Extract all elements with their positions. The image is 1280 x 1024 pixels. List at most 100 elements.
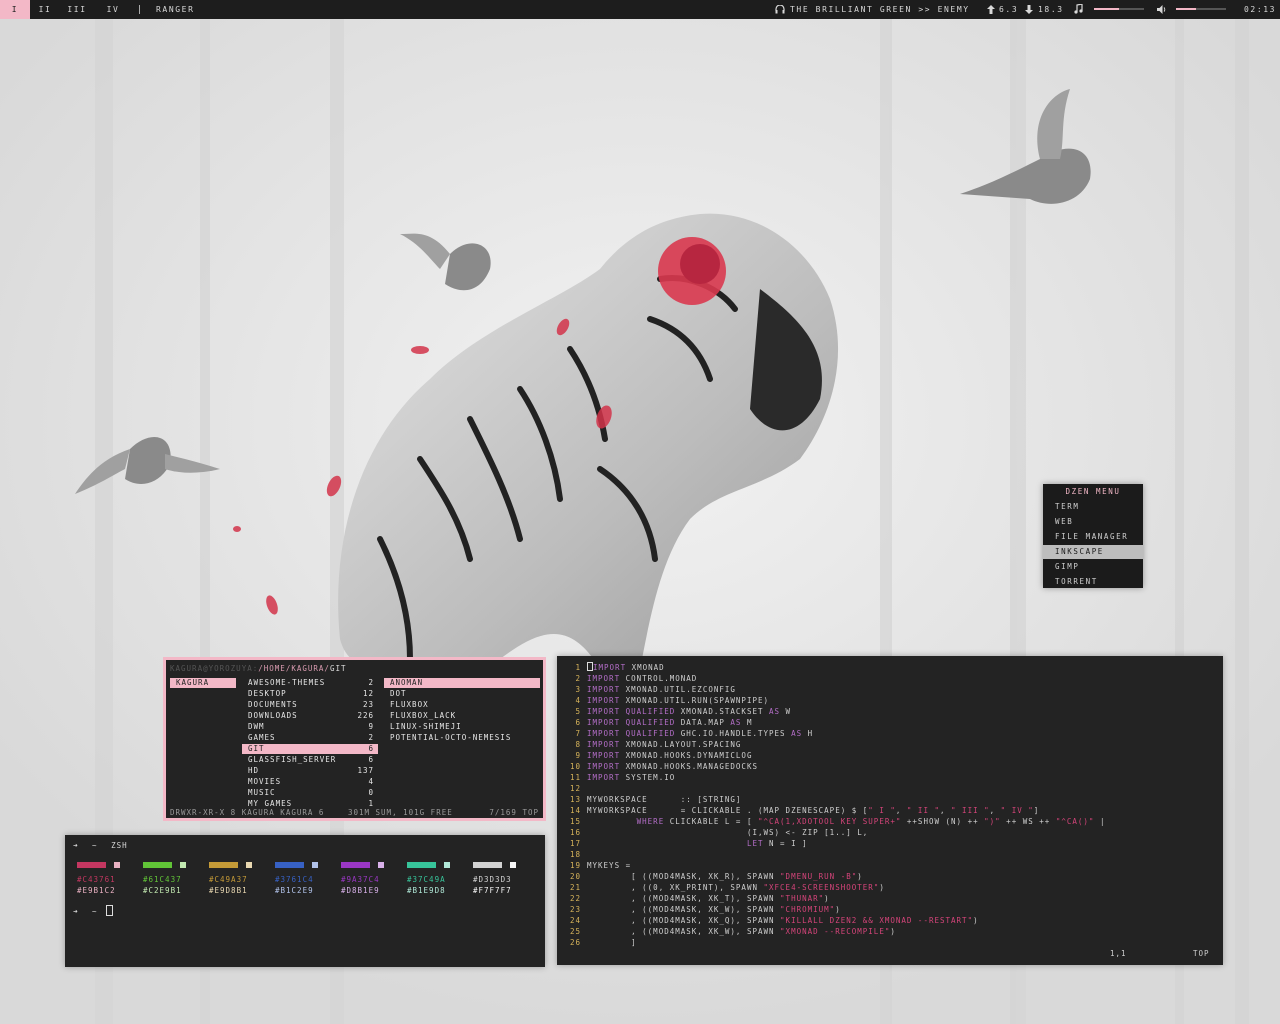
swatch-normal	[143, 862, 172, 868]
menu-item-file-manager[interactable]: FILE MANAGER	[1043, 530, 1143, 544]
hex-bright: #B1C2E9	[275, 886, 314, 895]
code-token: )	[824, 894, 830, 903]
hex-normal: #D3D3D3	[473, 875, 512, 884]
string-token: " II "	[906, 806, 940, 815]
code-line: 25 , ((MOD4MASK, XK_W), SPAWN "XMONAD --…	[557, 926, 896, 937]
music-volume-slider[interactable]	[1094, 8, 1144, 10]
swatch-bright	[444, 862, 450, 868]
code-line: 10 IMPORT XMONAD.HOOKS.MANAGEDOCKS	[557, 761, 758, 772]
directory-count: 6	[368, 744, 374, 753]
line-number: 14	[569, 806, 581, 815]
directory-item[interactable]: MUSIC 0	[242, 788, 378, 798]
keyword-token: IMPORT	[587, 762, 621, 771]
preview-item[interactable]: LINUX-SHIMEJI	[384, 722, 540, 732]
preview-item[interactable]: ANOMAN	[384, 678, 540, 688]
directory-item[interactable]: HD 137	[242, 766, 378, 776]
code-line: 5 IMPORT QUALIFIED XMONAD.STACKSET AS W	[557, 706, 791, 717]
directory-item[interactable]: MOVIES 4	[242, 777, 378, 787]
string-token: " IV "	[1000, 806, 1034, 815]
directory-item[interactable]: DOCUMENTS 23	[242, 700, 378, 710]
workspace-tab-1[interactable]: I	[0, 0, 30, 19]
preview-item[interactable]: FLUXBOX	[384, 700, 540, 710]
directory-name: MUSIC	[248, 788, 276, 797]
directory-item[interactable]: DWM 9	[242, 722, 378, 732]
code-token: ,	[940, 806, 952, 815]
code-line: 22 , ((MOD4MASK, XK_T), SPAWN "THUNAR")	[557, 893, 830, 904]
keyword-token: IMPORT	[587, 674, 621, 683]
line-number: 8	[575, 740, 581, 749]
workspace-tab-3[interactable]: III	[62, 0, 92, 19]
prompt-command: ZSH	[111, 841, 128, 850]
directory-item[interactable]: AWESOME-THEMES 2	[242, 678, 378, 688]
swatch-normal	[209, 862, 238, 868]
keyword-token: IMPORT	[587, 696, 621, 705]
net-up-speed: 6.3	[999, 5, 1019, 14]
clock: 02:13	[1244, 5, 1277, 14]
speaker-icon	[1157, 5, 1166, 14]
music-note-icon	[1074, 4, 1083, 14]
code-token: (I,WS) <- ZIP [1..] L,	[587, 828, 869, 837]
vim-editor[interactable]: 1 IMPORT XMONAD 2 IMPORT CONTROL.MONAD 3 IMPO…	[557, 656, 1223, 965]
terminal-cursor	[106, 905, 113, 916]
swatch-normal	[275, 862, 304, 868]
line-number: 6	[575, 718, 581, 727]
string-token: ")"	[984, 817, 1001, 826]
code-token: )	[890, 927, 896, 936]
code-token: , ((MOD4MASK, XK_W), SPAWN	[587, 905, 781, 914]
code-token: ]	[1033, 806, 1040, 815]
line-number: 23	[569, 905, 581, 914]
directory-count: 2	[368, 678, 374, 687]
code-token: MYKEYS =	[587, 861, 632, 870]
menu-item-inkscape[interactable]: INKSCAPE	[1043, 545, 1143, 559]
keyword-token: IMPORT QUALIFIED	[587, 729, 676, 738]
code-line: 23 , ((MOD4MASK, XK_W), SPAWN "CHROMIUM"…	[557, 904, 841, 915]
workspace-tab-4[interactable]: IV	[98, 0, 128, 19]
preview-item[interactable]: DOT	[384, 689, 540, 699]
hex-normal: #61C437	[143, 875, 182, 884]
code-token: XMONAD.HOOKS.MANAGEDOCKS	[620, 762, 758, 771]
directory-item[interactable]: DOWNLOADS 226	[242, 711, 378, 721]
hex-bright: #E9D8B1	[209, 886, 248, 895]
code-line: 20 [ ((MOD4MASK, XK_R), SPAWN "DMENU_RUN…	[557, 871, 863, 882]
parent-dir-item[interactable]: KAGURA	[170, 678, 236, 688]
directory-item[interactable]: GAMES 2	[242, 733, 378, 743]
preview-item[interactable]: POTENTIAL-OCTO-NEMESIS	[384, 733, 540, 743]
keyword-token: IMPORT QUALIFIED	[587, 707, 676, 716]
system-volume-slider[interactable]	[1176, 8, 1226, 10]
code-token: DATA.MAP	[675, 718, 731, 727]
code-token: ++SHOW (N) ++	[901, 817, 985, 826]
hex-bright: #B1E9D8	[407, 886, 446, 895]
hex-normal: #3761C4	[275, 875, 314, 884]
menu-item-term[interactable]: TERM	[1043, 500, 1143, 514]
directory-item[interactable]: DESKTOP 12	[242, 689, 378, 699]
keyword-token: AS	[769, 707, 781, 716]
code-token: MYWORKSPACE = CLICKABLE . (MAP DZENESCAP…	[587, 806, 869, 815]
string-token: "CHROMIUM"	[780, 905, 836, 914]
directory-item[interactable]: GIT 6	[242, 744, 378, 754]
code-line: 8 IMPORT XMONAD.LAYOUT.SPACING	[557, 739, 741, 750]
menu-item-gimp[interactable]: GIMP	[1043, 560, 1143, 574]
code-token: H	[802, 729, 814, 738]
code-token: , ((0, XK_PRINT), SPAWN	[587, 883, 764, 892]
swatch-bright	[246, 862, 252, 868]
menu-item-web[interactable]: WEB	[1043, 515, 1143, 529]
swatch-normal	[407, 862, 436, 868]
line-number: 25	[569, 927, 581, 936]
window-title: RANGER	[156, 5, 195, 14]
directory-item[interactable]: GLASSFISH_SERVER 6	[242, 755, 378, 765]
code-line: 6 IMPORT QUALIFIED DATA.MAP AS M	[557, 717, 752, 728]
string-token: " I "	[868, 806, 896, 815]
menu-item-torrent[interactable]: TORRENT	[1043, 575, 1143, 589]
code-line: 14 MYWORKSPACE = CLICKABLE . (MAP DZENESC…	[557, 805, 1039, 816]
code-token: ,	[989, 806, 1001, 815]
workspace-tab-2[interactable]: II	[30, 0, 60, 19]
preview-item[interactable]: FLUXBOX_LACK	[384, 711, 540, 721]
code-token: , ((MOD4MASK, XK_T), SPAWN	[587, 894, 781, 903]
zsh-terminal[interactable]: ➜ ~ ZSH #C43761 #E9B1C2 #61C437 #C2E9B1 #C49…	[65, 835, 545, 967]
directory-name: MOVIES	[248, 777, 282, 786]
status-disk: 301M SUM, 101G FREE	[347, 808, 453, 817]
hex-bright: #C2E9B1	[143, 886, 182, 895]
directory-name: DESKTOP	[248, 689, 287, 698]
directory-name: GIT	[248, 744, 265, 753]
line-number: 26	[569, 938, 581, 947]
